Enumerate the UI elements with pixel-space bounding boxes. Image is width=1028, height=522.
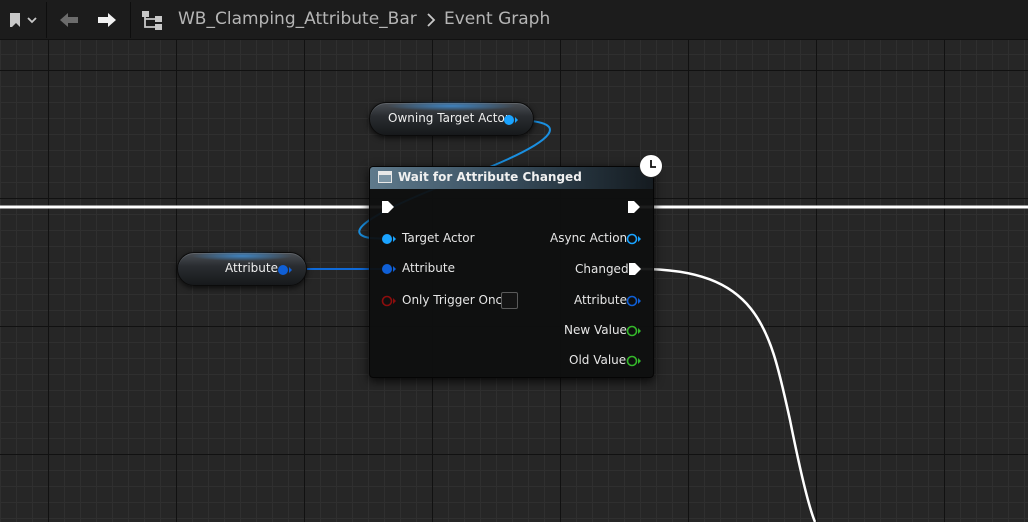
- bookmark-icon: [10, 13, 37, 27]
- owning-target-actor-out-pin[interactable]: [503, 114, 519, 126]
- only-trigger-once-checkbox[interactable]: [501, 292, 518, 309]
- attribute-out-pin[interactable]: [626, 295, 642, 307]
- hierarchy-icon: [142, 11, 162, 30]
- target-actor-in-pin[interactable]: [381, 233, 397, 245]
- toolbar-divider: [46, 2, 47, 38]
- graph-toolbar: WB_Clamping_Attribute_Bar Event Graph: [0, 0, 1028, 40]
- only-trigger-once-label: Only Trigger Once: [402, 293, 510, 307]
- function-icon: [378, 171, 392, 183]
- node-title: Wait for Attribute Changed: [398, 170, 582, 184]
- forward-arrow-icon: [98, 13, 116, 27]
- attribute-variable-label: Attribute: [225, 261, 278, 275]
- async-action-label: Async Action: [550, 231, 628, 245]
- exec-in-pin[interactable]: [381, 200, 395, 214]
- graph-hierarchy-button[interactable]: [138, 0, 166, 40]
- new-value-out-pin[interactable]: [626, 325, 642, 337]
- node-header: Wait for Attribute Changed: [370, 167, 653, 189]
- attribute-in-label: Attribute: [402, 261, 455, 275]
- old-value-label: Old Value: [569, 353, 627, 367]
- toolbar-divider: [130, 2, 131, 38]
- target-actor-label: Target Actor: [402, 231, 475, 245]
- attribute-out-label: Attribute: [574, 293, 627, 307]
- forward-button[interactable]: [92, 0, 122, 40]
- changed-label: Changed: [575, 262, 629, 276]
- bookmark-dropdown[interactable]: [6, 0, 40, 40]
- chevron-right-icon: [427, 13, 436, 27]
- back-button[interactable]: [54, 0, 84, 40]
- breadcrumb-graph[interactable]: Event Graph: [444, 9, 550, 29]
- attribute-in-pin[interactable]: [381, 263, 397, 275]
- chevron-down-icon: [27, 17, 37, 24]
- back-arrow-icon: [60, 13, 78, 27]
- async-action-out-pin[interactable]: [626, 233, 642, 245]
- attribute-variable-out-pin[interactable]: [277, 264, 293, 276]
- exec-then-pin[interactable]: [627, 200, 641, 214]
- owning-target-actor-label: Owning Target Actor: [388, 111, 510, 125]
- old-value-out-pin[interactable]: [626, 355, 642, 367]
- breadcrumb-asset[interactable]: WB_Clamping_Attribute_Bar: [178, 9, 417, 29]
- changed-exec-out-pin[interactable]: [628, 262, 642, 276]
- latent-clock-icon: [639, 154, 663, 178]
- new-value-label: New Value: [564, 323, 627, 337]
- only-trigger-once-in-pin[interactable]: [381, 295, 397, 307]
